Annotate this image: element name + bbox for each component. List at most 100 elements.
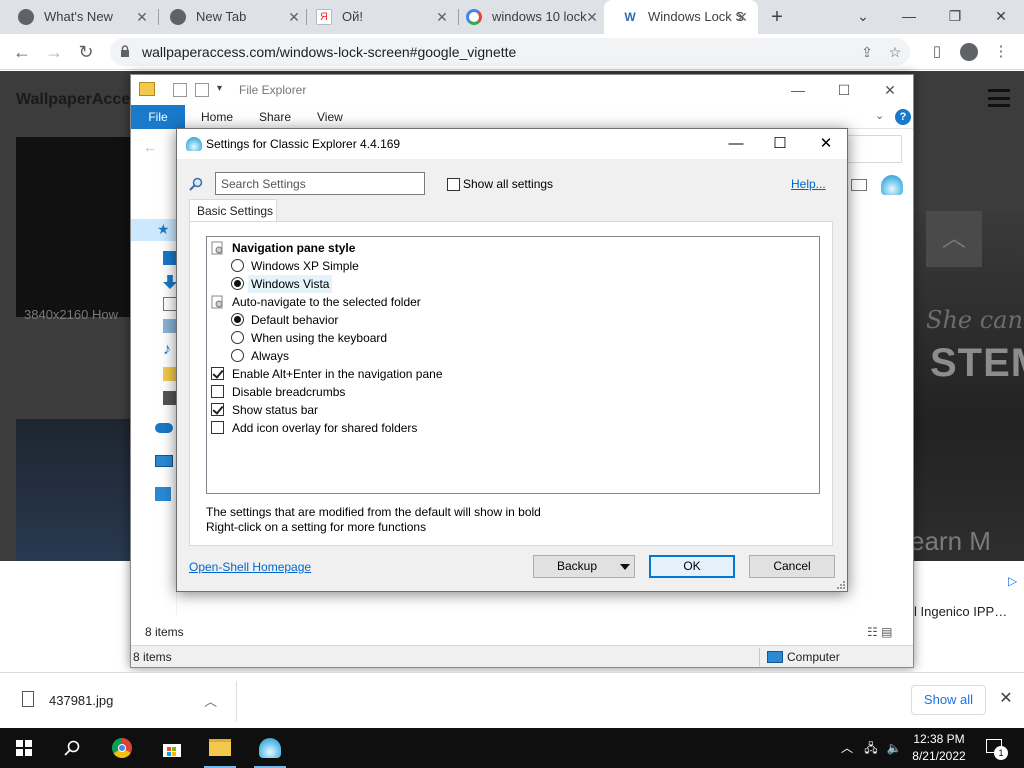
tab-new-tab[interactable]: New Tab ✕ <box>152 0 310 34</box>
properties-icon[interactable] <box>173 83 187 97</box>
videos-icon[interactable] <box>163 391 177 405</box>
start-button[interactable] <box>0 728 48 768</box>
view-toggle-icons[interactable]: ☷ ▤ <box>867 625 892 639</box>
maximize-icon[interactable]: ☐ <box>821 75 867 105</box>
site-brand[interactable]: WallpaperAcce <box>16 91 130 109</box>
back-icon[interactable]: ← <box>10 40 34 64</box>
chevron-down-icon[interactable]: ⌄ <box>840 0 886 34</box>
network-icon[interactable]: 🖧 <box>860 728 882 768</box>
desktop-icon[interactable] <box>163 251 177 265</box>
advertisement[interactable]: ▷ l Ingenico IPP… <box>914 572 1024 672</box>
this-pc-icon[interactable] <box>155 455 173 467</box>
folder-icon[interactable] <box>163 367 177 381</box>
documents-icon[interactable] <box>163 297 177 311</box>
ribbon-tab-share[interactable]: Share <box>259 105 291 129</box>
bookmark-star-icon[interactable]: ☆ <box>886 43 904 61</box>
search-settings-input[interactable] <box>215 172 425 195</box>
volume-icon[interactable]: 🔈 <box>884 728 904 768</box>
show-hidden-icons-icon[interactable]: ︿ <box>838 728 856 768</box>
close-tab-icon[interactable]: ✕ <box>134 9 150 25</box>
taskbar-file-explorer[interactable] <box>196 728 244 768</box>
hamburger-menu-icon[interactable] <box>988 89 1010 107</box>
notification-center-icon[interactable]: 1 <box>980 728 1012 768</box>
onedrive-icon[interactable] <box>155 423 173 433</box>
close-download-bar-icon[interactable]: ✕ <box>996 689 1016 709</box>
chevron-up-icon[interactable]: ︿ <box>204 691 217 710</box>
taskbar-chrome[interactable] <box>98 728 146 768</box>
ribbon-tab-file[interactable]: File <box>131 105 185 129</box>
new-tab-button[interactable]: + <box>766 6 788 28</box>
minimize-icon[interactable]: — <box>886 0 932 34</box>
pictures-icon[interactable] <box>163 319 177 333</box>
close-tab-icon[interactable]: ✕ <box>734 9 750 25</box>
new-folder-icon[interactable] <box>195 83 209 97</box>
close-window-icon[interactable]: ✕ <box>978 0 1024 34</box>
restore-icon[interactable]: ❐ <box>932 0 978 34</box>
resize-grip-icon[interactable] <box>837 581 845 589</box>
radio-button[interactable] <box>231 313 244 326</box>
chevron-down-icon[interactable]: ⌄ <box>875 109 884 122</box>
show-all-settings-checkbox[interactable] <box>447 178 460 191</box>
minimize-icon[interactable]: — <box>713 129 759 159</box>
share-icon[interactable]: ⇪ <box>858 43 876 61</box>
show-all-button[interactable]: Show all <box>911 685 986 715</box>
ad-choices-icon[interactable]: ▷ <box>1008 574 1017 588</box>
setting-checkbox[interactable] <box>211 403 224 416</box>
download-file-name[interactable]: 437981.jpg <box>49 673 113 729</box>
setting-row[interactable]: Add icon overlay for shared folders <box>207 419 819 437</box>
setting-row[interactable]: When using the keyboard <box>207 329 819 347</box>
network-icon[interactable] <box>155 487 171 501</box>
setting-row[interactable]: Enable Alt+Enter in the navigation pane <box>207 365 819 383</box>
quick-access-item[interactable]: ★ <box>131 219 177 241</box>
setting-checkbox[interactable] <box>211 367 224 380</box>
reload-icon[interactable]: ↻ <box>74 40 98 64</box>
minimize-icon[interactable]: — <box>775 75 821 105</box>
taskbar-open-shell[interactable] <box>246 728 294 768</box>
side-panel-icon[interactable]: ▯ <box>926 41 948 63</box>
wallpaper-thumbnail[interactable] <box>16 419 136 561</box>
ribbon-tab-home[interactable]: Home <box>201 105 233 129</box>
radio-button[interactable] <box>231 349 244 362</box>
close-tab-icon[interactable]: ✕ <box>584 9 600 25</box>
wallpaper-thumbnail[interactable] <box>16 137 136 317</box>
setting-row[interactable]: Show status bar <box>207 401 819 419</box>
close-window-icon[interactable]: ✕ <box>867 75 913 105</box>
tab-basic-settings[interactable]: Basic Settings <box>189 199 277 222</box>
backup-button[interactable]: Backup <box>533 555 635 578</box>
ok-button[interactable]: OK <box>649 555 735 578</box>
address-bar[interactable]: wallpaperaccess.com/windows-lock-screen#… <box>110 38 910 66</box>
details-view-icon[interactable] <box>851 179 867 191</box>
tab-yandex[interactable]: Я Ой! ✕ <box>298 0 458 34</box>
search-button[interactable] <box>48 728 96 768</box>
setting-row[interactable]: Windows XP Simple <box>207 257 819 275</box>
tab-google-search[interactable]: windows 10 lock ✕ <box>448 0 608 34</box>
help-icon[interactable]: ? <box>895 109 911 125</box>
radio-button[interactable] <box>231 277 244 290</box>
setting-row[interactable]: Navigation pane style <box>207 239 819 257</box>
setting-row[interactable]: Disable breadcrumbs <box>207 383 819 401</box>
setting-row[interactable]: Always <box>207 347 819 365</box>
profile-avatar-icon[interactable] <box>958 41 980 63</box>
close-dialog-icon[interactable]: ✕ <box>803 129 849 159</box>
setting-row[interactable]: Auto-navigate to the selected folder <box>207 293 819 311</box>
help-link[interactable]: Help... <box>791 177 826 191</box>
setting-row[interactable]: Default behavior <box>207 311 819 329</box>
open-shell-homepage-link[interactable]: Open-Shell Homepage <box>189 560 311 574</box>
cancel-button[interactable]: Cancel <box>749 555 835 578</box>
forward-icon[interactable]: → <box>42 40 66 64</box>
scroll-up-icon[interactable]: ︿ <box>926 211 982 267</box>
radio-button[interactable] <box>231 259 244 272</box>
downloads-icon[interactable] <box>163 275 177 289</box>
menu-dots-icon[interactable]: ⋮ <box>990 41 1012 63</box>
ribbon-tab-view[interactable]: View <box>317 105 343 129</box>
open-shell-settings-icon[interactable] <box>881 175 903 195</box>
music-icon[interactable]: ♪ <box>163 342 177 358</box>
chevron-down-icon[interactable]: ▾ <box>217 83 222 94</box>
taskbar-store[interactable] <box>148 728 196 768</box>
radio-button[interactable] <box>231 331 244 344</box>
maximize-icon[interactable]: ☐ <box>757 129 803 159</box>
back-icon[interactable]: ← <box>143 139 157 155</box>
tab-windows-lock-screen[interactable]: W Windows Lock S ✕ <box>604 0 758 34</box>
search-box[interactable] <box>847 135 902 163</box>
setting-row[interactable]: Windows Vista <box>207 275 819 293</box>
